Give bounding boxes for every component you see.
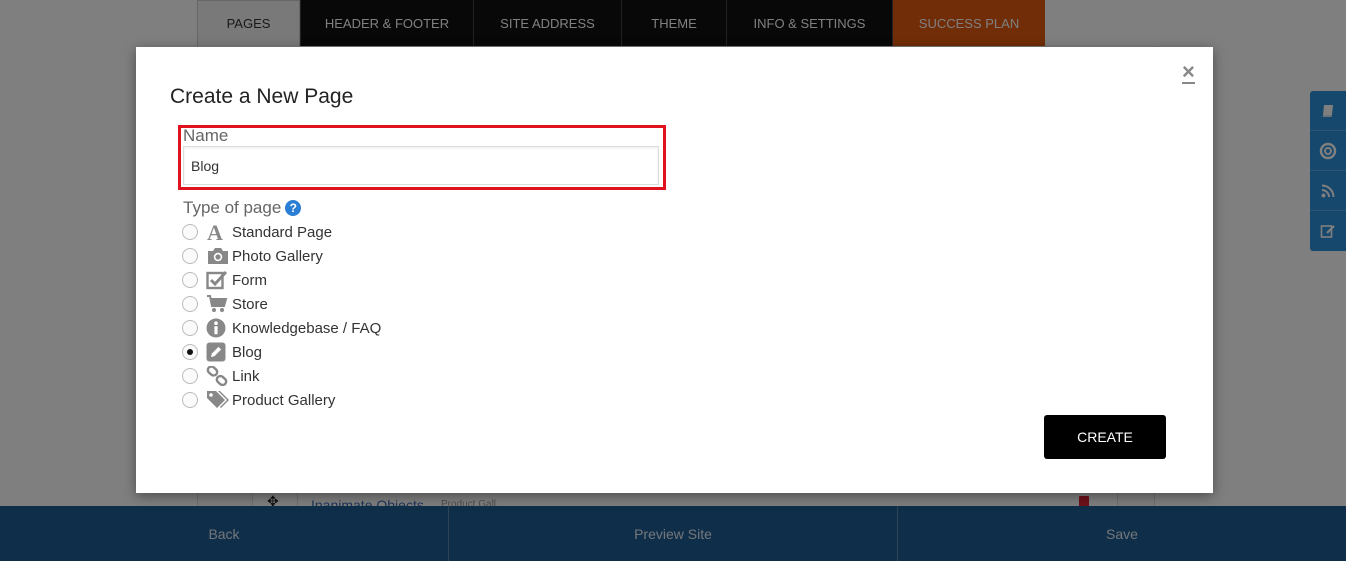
page-type-options: A Standard Page Photo Gallery Form Store [182,220,381,412]
create-button[interactable]: CREATE [1044,415,1166,459]
create-page-dialog: Create a New Page × Name Type of page ? … [136,47,1213,493]
radio-button[interactable] [182,392,198,408]
option-label: Blog [232,343,263,361]
camera-icon [206,245,230,267]
option-label: Product Gallery [232,391,336,409]
radio-button[interactable] [182,248,198,264]
page-type-option-form[interactable]: Form [182,268,381,292]
page-type-label: Type of page ? [183,198,302,218]
checkbox-icon [206,269,230,291]
page-type-option-standard[interactable]: A Standard Page [182,220,381,244]
radio-button[interactable] [182,368,198,384]
option-label: Form [232,271,267,289]
option-label: Link [232,367,260,385]
option-label: Store [232,295,268,313]
svg-text:A: A [207,222,223,242]
page-type-option-knowledgebase[interactable]: Knowledgebase / FAQ [182,316,381,340]
name-label: Name [183,126,229,145]
radio-button[interactable] [182,296,198,312]
option-label: Knowledgebase / FAQ [232,319,382,337]
close-icon[interactable]: × [1182,61,1195,84]
page-type-option-link[interactable]: Link [182,364,381,388]
font-a-icon: A [206,221,230,243]
page-type-option-store[interactable]: Store [182,292,381,316]
link-icon [206,365,230,387]
cart-icon [206,293,230,315]
page-type-label-text: Type of page [183,198,282,217]
page-name-input[interactable] [183,146,659,185]
radio-button[interactable] [182,272,198,288]
pencil-square-icon [206,341,230,363]
page-type-option-blog[interactable]: Blog [182,340,381,364]
radio-button-checked[interactable] [182,344,198,360]
help-icon[interactable]: ? [285,200,302,216]
radio-button[interactable] [182,320,198,336]
info-icon [206,317,230,339]
option-label: Photo Gallery [232,247,323,265]
option-label: Standard Page [232,223,333,241]
page-type-option-photo-gallery[interactable]: Photo Gallery [182,244,381,268]
radio-button[interactable] [182,224,198,240]
dialog-title: Create a New Page [170,85,354,108]
page-type-option-product-gallery[interactable]: Product Gallery [182,388,381,412]
tags-icon [206,389,230,411]
